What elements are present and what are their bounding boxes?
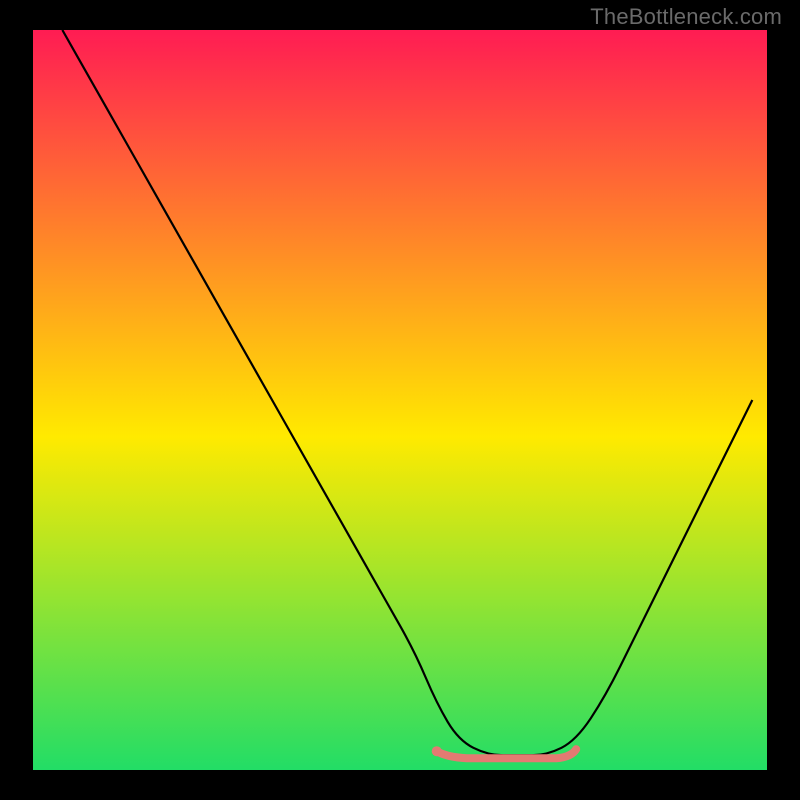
chart-container: { "watermark": "TheBottleneck.com", "cha… [0,0,800,800]
bottleneck-chart [0,0,800,800]
watermark-text: TheBottleneck.com [590,4,782,30]
plot-background [33,30,767,770]
